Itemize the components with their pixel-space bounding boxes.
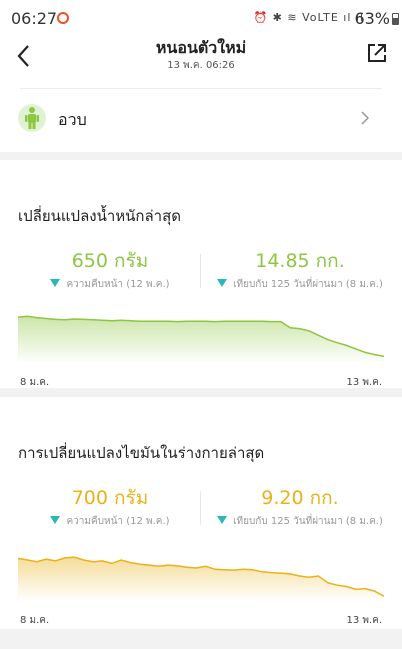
person-icon xyxy=(25,107,39,129)
x-tick-label: 13 พ.ค. xyxy=(346,615,382,626)
battery-icon xyxy=(392,13,399,25)
weight-change-card[interactable]: เปลี่ยนแปลงน้ำหนักล่าสุด 650 กรัม ความคื… xyxy=(0,160,402,388)
fat-progress-stat: 700 กรัม ความคืบหน้า (12 พ.ค.) xyxy=(30,487,190,529)
weight-card-title: เปลี่ยนแปลงน้ำหนักล่าสุด xyxy=(18,207,182,225)
profile-row[interactable]: อวบ xyxy=(0,88,402,152)
external-link-icon xyxy=(368,44,386,62)
down-triangle-icon xyxy=(50,516,61,524)
fat-progress-value: 700 กรัม xyxy=(71,487,149,509)
recording-icon xyxy=(57,12,69,24)
weight-area-chart xyxy=(18,315,384,362)
down-triangle-icon xyxy=(217,279,228,287)
status-time: 06:27 xyxy=(11,9,58,28)
fat-compare-caption: เทียบกับ 125 วันที่ผ่านมา (8 ม.ค.) xyxy=(233,516,383,527)
status-indicators: ⏰ ✱ ≋ VoLTE ıl ıl xyxy=(253,11,364,24)
weight-compare-value: 14.85 กก. xyxy=(255,250,345,272)
x-tick-label: 8 ม.ค. xyxy=(20,615,50,626)
weight-progress-caption: ความคืบหน้า (12 พ.ค.) xyxy=(66,279,170,290)
x-tick-label: 13 พ.ค. xyxy=(346,377,382,388)
series-area xyxy=(18,316,384,362)
series-area xyxy=(18,557,384,600)
fat-compare-stat: 9.20 กก. เทียบกับ 125 วันที่ผ่านมา (8 ม.… xyxy=(205,487,395,529)
down-triangle-icon xyxy=(50,279,61,287)
battery-level: 63% xyxy=(354,9,390,28)
down-triangle-icon xyxy=(217,516,228,524)
body-fat-change-card[interactable]: การเปลี่ยนแปลงไขมันในร่างกายล่าสุด 700 ก… xyxy=(0,397,402,629)
fat-card-title: การเปลี่ยนแปลงไขมันในร่างกายล่าสุด xyxy=(18,444,265,462)
divider xyxy=(200,491,201,525)
share-button[interactable] xyxy=(366,42,388,64)
fat-progress-caption: ความคืบหน้า (12 พ.ค.) xyxy=(66,516,170,527)
x-tick-label: 8 ม.ค. xyxy=(20,377,50,388)
avatar xyxy=(18,104,46,132)
weight-progress-value: 650 กรัม xyxy=(71,250,149,272)
divider xyxy=(200,254,201,288)
weight-compare-caption: เทียบกับ 125 วันที่ผ่านมา (8 ม.ค.) xyxy=(233,279,383,290)
fat-compare-value: 9.20 กก. xyxy=(261,487,339,509)
divider xyxy=(20,88,382,89)
weight-compare-stat: 14.85 กก. เทียบกับ 125 วันที่ผ่านมา (8 ม… xyxy=(205,250,395,292)
page-subtitle: 13 พ.ค. 06:26 xyxy=(167,60,235,71)
app-header: หนอนตัวใหม่ 13 พ.ค. 06:26 xyxy=(0,36,402,88)
fat-area-chart xyxy=(18,556,384,600)
status-bar: 06:27 ⏰ ✱ ≋ VoLTE ıl ıl 63% xyxy=(0,0,402,36)
profile-name: อวบ xyxy=(58,110,87,129)
weight-progress-stat: 650 กรัม ความคืบหน้า (12 พ.ค.) xyxy=(30,250,190,292)
chevron-right-icon xyxy=(361,111,370,125)
